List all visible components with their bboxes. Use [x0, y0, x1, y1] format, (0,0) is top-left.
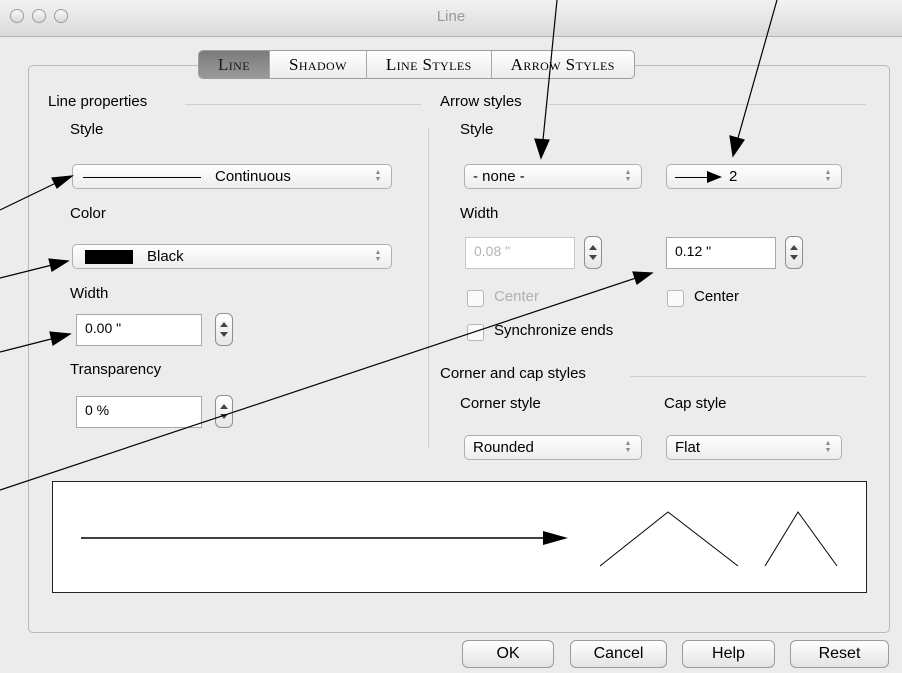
annotation-arrowhead [729, 135, 745, 158]
annotation-arrow-line [737, 0, 778, 139]
annotation-arrowhead [632, 271, 654, 285]
annotation-arrowhead [534, 138, 550, 160]
annotation-arrowhead [51, 175, 74, 189]
annotation-arrow-line [0, 181, 59, 211]
annotation-arrowhead [49, 331, 72, 346]
annotation-arrow-line [0, 277, 637, 491]
annotation-arrow-line [542, 0, 558, 141]
annotation-arrows [0, 0, 778, 491]
annotation-arrow-line [0, 264, 53, 279]
annotation-arrow-line [0, 337, 56, 353]
annotation-arrowhead [48, 258, 70, 272]
